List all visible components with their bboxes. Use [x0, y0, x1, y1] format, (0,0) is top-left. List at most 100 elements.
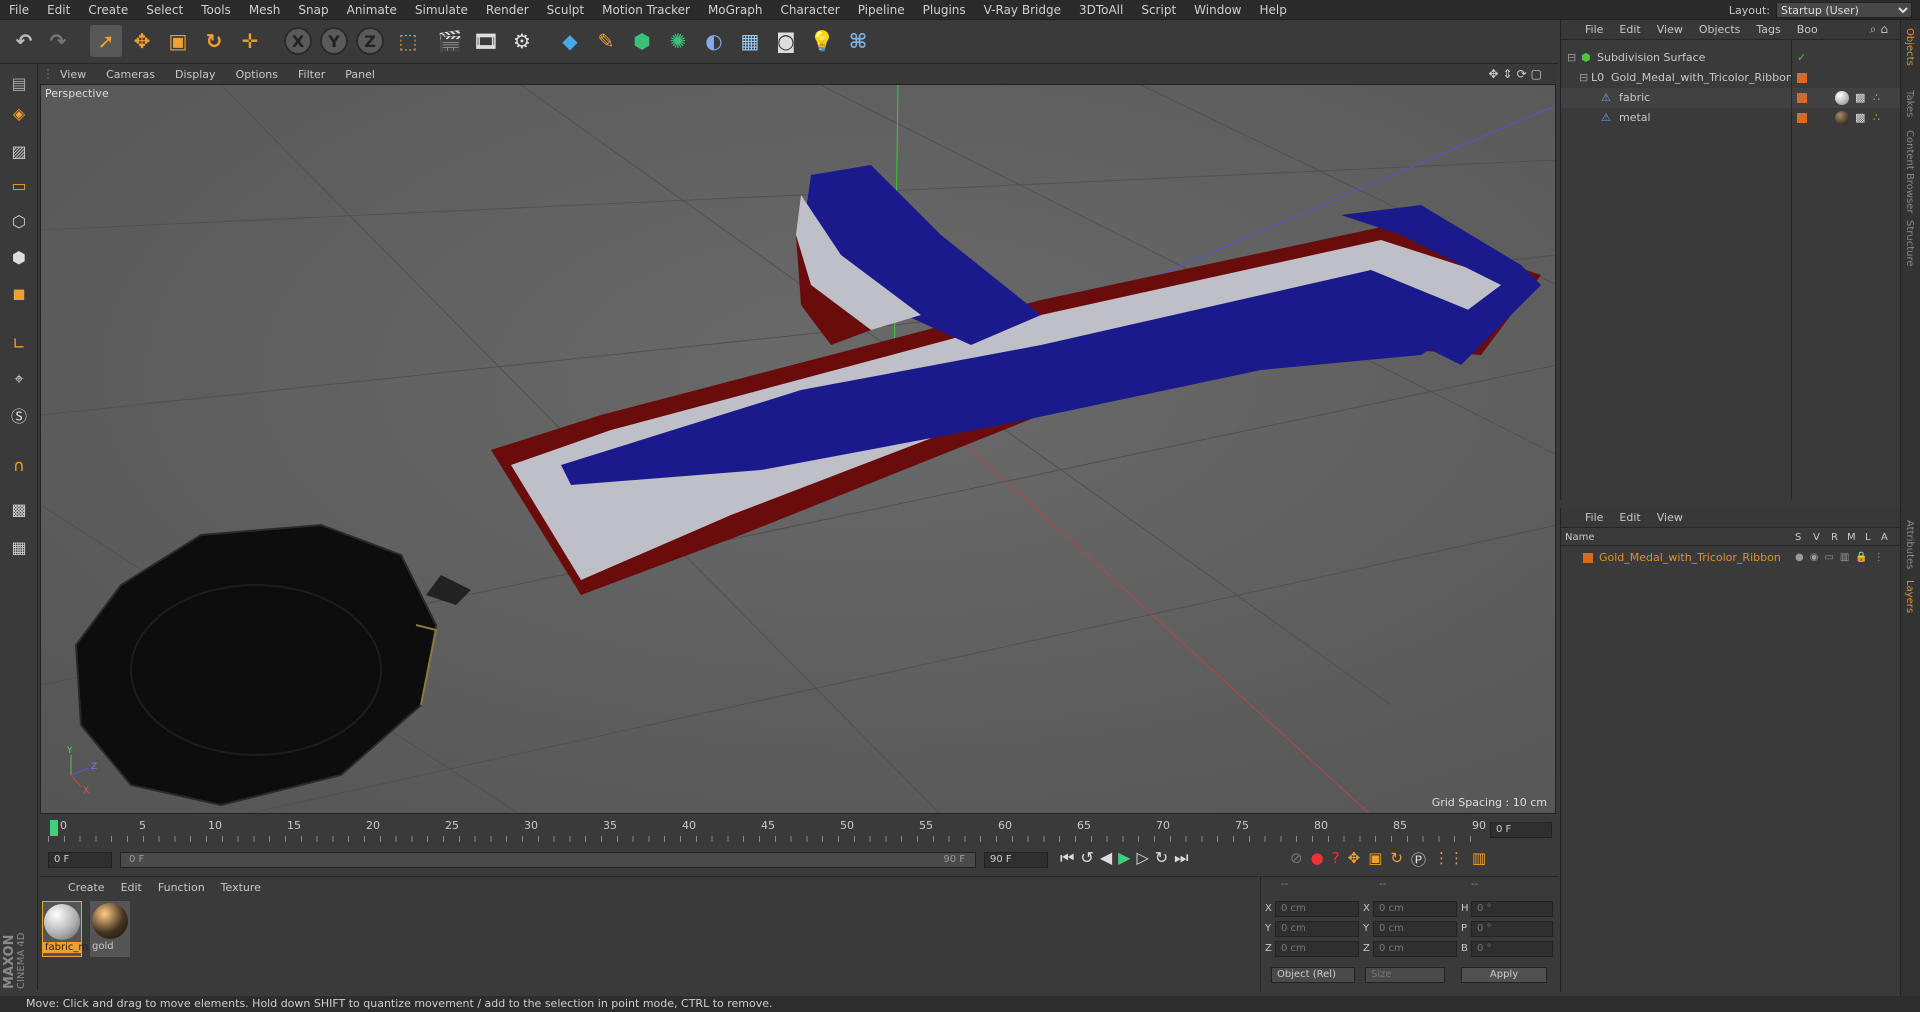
objmgr-menu-tags[interactable]: Tags — [1748, 23, 1788, 36]
uvw-tag-icon[interactable]: ∴ — [1873, 108, 1880, 128]
texture-tag-icon[interactable]: ▩ — [1855, 108, 1865, 128]
position-x-field[interactable]: 0 cm — [1275, 901, 1359, 917]
viewport-menu-view[interactable]: View — [50, 68, 96, 81]
collapse-toggle-icon[interactable]: ⊟ — [1579, 68, 1588, 88]
magnet-icon[interactable]: ∩ — [4, 450, 34, 480]
tab-structure[interactable]: Structure — [1904, 220, 1915, 267]
object-row-fabric[interactable]: ⚠ fabric ▩ ∴ — [1561, 88, 1901, 108]
grid-snap-icon[interactable]: ▦ — [4, 532, 34, 562]
point-mode-icon[interactable]: ⬡ — [4, 206, 34, 236]
record-position-icon[interactable]: ⊘ — [1290, 849, 1303, 870]
object-row-medal[interactable]: ⊟ L0 Gold_Medal_with_Tricolor_Ribbon — [1561, 68, 1901, 88]
menu-window[interactable]: Window — [1185, 3, 1250, 17]
rotate-tool-icon[interactable]: ↻ — [198, 25, 230, 57]
edge-mode-icon[interactable]: ⬢ — [4, 242, 34, 272]
make-editable-icon[interactable]: ▤ — [4, 68, 34, 98]
objmgr-search-icon[interactable]: ⌕⌂ — [1870, 22, 1900, 37]
menu-create[interactable]: Create — [79, 3, 137, 17]
position-y-field[interactable]: 0 cm — [1275, 921, 1359, 937]
render-view-icon[interactable]: 🎬 — [434, 25, 466, 57]
menu-mograph[interactable]: MoGraph — [699, 3, 772, 17]
next-frame-icon[interactable]: ▷ — [1136, 848, 1148, 868]
workplane-lock-icon[interactable]: ▩ — [4, 494, 34, 524]
menu-help[interactable]: Help — [1250, 3, 1295, 17]
rotation-h-field[interactable]: 0 ° — [1471, 901, 1553, 917]
next-key-icon[interactable]: ↻ — [1155, 848, 1168, 868]
object-row-metal[interactable]: ⚠ metal ▩ ∴ — [1561, 108, 1901, 128]
previous-frame-icon[interactable]: ◀ — [1100, 848, 1112, 868]
key-move-icon[interactable]: ✥ — [1348, 849, 1361, 870]
workplane-mode-icon[interactable]: ▭ — [4, 170, 34, 200]
python-icon[interactable]: ⌘ — [842, 25, 874, 57]
redo-icon[interactable]: ↷ — [42, 25, 74, 57]
size-y-field[interactable]: 0 cm — [1373, 921, 1457, 937]
menu-tools[interactable]: Tools — [192, 3, 240, 17]
coord-mode-dropdown[interactable]: Object (Rel) — [1271, 967, 1355, 983]
scale-tool-icon[interactable]: ▣ — [162, 25, 194, 57]
menu-motion-tracker[interactable]: Motion Tracker — [593, 3, 699, 17]
menu-select[interactable]: Select — [137, 3, 192, 17]
tab-attributes[interactable]: Attributes — [1904, 520, 1915, 569]
subdivision-surface-icon[interactable]: ⬢ — [626, 25, 658, 57]
floor-scene-icon[interactable]: ▦ — [734, 25, 766, 57]
autokey-icon[interactable]: ? — [1332, 849, 1340, 870]
go-to-start-icon[interactable]: ⏮ — [1060, 848, 1074, 868]
snap-icon[interactable]: Ⓢ — [4, 400, 34, 430]
material-menu-texture[interactable]: Texture — [213, 881, 269, 894]
tweak-mode-icon[interactable]: ⌖ — [4, 364, 34, 394]
undo-icon[interactable]: ↶ — [8, 25, 40, 57]
menu-script[interactable]: Script — [1132, 3, 1185, 17]
texture-mode-icon[interactable]: ▨ — [4, 136, 34, 166]
transform-tool-icon[interactable]: ✛ — [234, 25, 266, 57]
menu-character[interactable]: Character — [771, 3, 848, 17]
menu-plugins[interactable]: Plugins — [914, 3, 975, 17]
material-tag-icon[interactable] — [1835, 111, 1849, 125]
objmgr-menu-file[interactable]: File — [1577, 23, 1611, 36]
move-tool-icon[interactable]: ✥ — [126, 25, 158, 57]
material-swatch-gold[interactable]: gold — [90, 901, 130, 957]
menu-file[interactable]: File — [0, 3, 38, 17]
viewport-nav-icons[interactable]: ✥⇕⟳▢ — [1488, 67, 1556, 81]
objmgr-menu-edit[interactable]: Edit — [1611, 23, 1648, 36]
viewport-menu-panel[interactable]: Panel — [335, 68, 385, 81]
layer-color-swatch[interactable] — [1797, 93, 1807, 103]
timeline-ruler[interactable]: 0 5 10 15 20 25 30 35 40 45 50 55 60 65 … — [40, 814, 1556, 844]
menu-snap[interactable]: Snap — [289, 3, 337, 17]
menu-sculpt[interactable]: Sculpt — [538, 3, 593, 17]
menu-animate[interactable]: Animate — [338, 3, 406, 17]
material-menu-function[interactable]: Function — [150, 881, 213, 894]
current-frame-field[interactable]: 0 F — [1490, 822, 1552, 838]
previous-key-icon[interactable]: ↺ — [1080, 848, 1093, 868]
model-mode-icon[interactable]: ◈ — [4, 98, 34, 128]
axis-mode-icon[interactable]: ∟ — [4, 328, 34, 358]
objmgr-menu-objects[interactable]: Objects — [1691, 23, 1749, 36]
size-mode-dropdown[interactable]: Size — [1365, 967, 1445, 983]
play-forward-icon[interactable]: ▶ — [1118, 848, 1130, 868]
menu-render[interactable]: Render — [477, 3, 538, 17]
rotation-p-field[interactable]: 0 ° — [1471, 921, 1553, 937]
tab-takes[interactable]: Takes — [1904, 90, 1915, 117]
material-swatch-fabric[interactable]: fabric_m — [42, 901, 88, 957]
polygon-mode-icon[interactable]: ◼ — [4, 278, 34, 308]
rotation-b-field[interactable]: 0 ° — [1471, 941, 1553, 957]
menu-mesh[interactable]: Mesh — [240, 3, 290, 17]
cube-object-icon[interactable]: ◆ — [554, 25, 586, 57]
end-frame-field[interactable]: 90 F — [984, 852, 1048, 868]
spline-pen-icon[interactable]: ✎ — [590, 25, 622, 57]
frame-range-slider[interactable]: 0 F 90 F — [120, 852, 976, 868]
viewport-menu-display[interactable]: Display — [165, 68, 226, 81]
light-icon[interactable]: 💡 — [806, 25, 838, 57]
layermgr-menu-view[interactable]: View — [1649, 511, 1691, 524]
deformer-icon[interactable]: ◐ — [698, 25, 730, 57]
key-scale-icon[interactable]: ▣ — [1368, 849, 1382, 870]
layer-row[interactable]: Gold_Medal_with_Tricolor_Ribbon ●◉▭▥🔒⋮ — [1561, 548, 1901, 568]
layer-flag-icons[interactable]: ●◉▭▥🔒⋮ — [1795, 548, 1890, 568]
uvw-tag-icon[interactable]: ∴ — [1873, 88, 1880, 108]
key-rotate-icon[interactable]: ↻ — [1390, 849, 1403, 870]
key-parameter-icon[interactable]: Ⓟ — [1411, 849, 1426, 870]
go-to-end-icon[interactable]: ⏭ — [1174, 848, 1188, 868]
objmgr-menu-view[interactable]: View — [1649, 23, 1691, 36]
objmgr-menu-bookmarks[interactable]: Boo — [1789, 23, 1826, 36]
layermgr-menu-file[interactable]: File — [1577, 511, 1611, 524]
material-menu-create[interactable]: Create — [60, 881, 113, 894]
